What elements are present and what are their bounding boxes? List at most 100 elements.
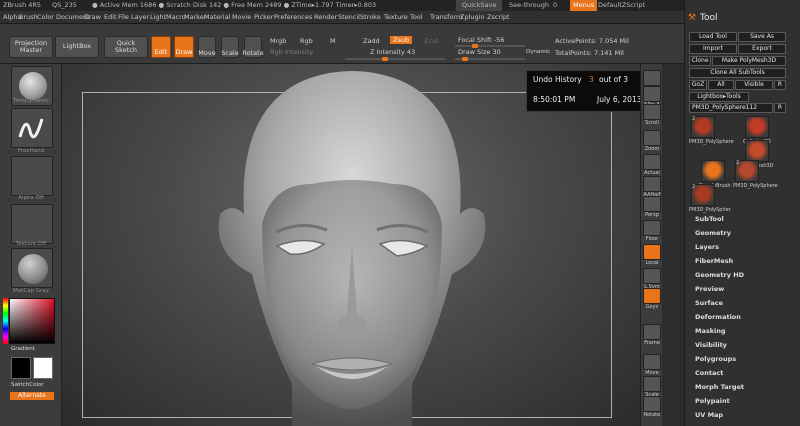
quicksave-button[interactable]: QuickSave: [456, 0, 503, 11]
menu-stencil[interactable]: Stencil: [338, 13, 360, 21]
menus-button[interactable]: Menus: [570, 0, 598, 11]
current-tool-slider[interactable]: PM3D_PolySphere112: [689, 103, 773, 113]
quick-sketch-button[interactable]: Quick Sketch: [104, 36, 148, 58]
import-button[interactable]: Import: [689, 44, 737, 54]
default-zscript-button[interactable]: DefaultZScript: [598, 0, 645, 11]
menu-color[interactable]: Color: [37, 13, 54, 21]
tool-thumbnail[interactable]: [745, 116, 769, 138]
shelf-floor-button[interactable]: [643, 220, 661, 236]
tool-menu-fibermesh[interactable]: FiberMesh: [695, 257, 733, 265]
tool-menu-polygroups[interactable]: Polygroups: [695, 355, 736, 363]
m-button[interactable]: M: [330, 37, 336, 45]
tool-menu-polypaint[interactable]: Polypaint: [695, 397, 730, 405]
shelf-l-sym-button[interactable]: [643, 268, 661, 284]
draw-button[interactable]: Draw: [174, 36, 194, 58]
shelf-zoom-button[interactable]: [643, 130, 661, 146]
menu-layer[interactable]: Layer: [131, 13, 149, 21]
menu-render[interactable]: Render: [314, 13, 337, 21]
current-tool-r-button[interactable]: R: [774, 103, 786, 113]
shelf-spix-3-button[interactable]: [643, 86, 661, 102]
lightbox-tools-button[interactable]: Lightbox▸Tools: [689, 92, 749, 102]
menu-material[interactable]: Material: [204, 13, 230, 21]
shelf-rotate-button[interactable]: [643, 396, 661, 412]
draw-size-knob[interactable]: [462, 57, 468, 61]
menu-stroke[interactable]: Stroke: [360, 13, 381, 21]
z-intensity-slider[interactable]: Z Intensity 43: [370, 48, 415, 56]
document-canvas[interactable]: [62, 64, 640, 426]
alpha-selector[interactable]: [11, 156, 53, 196]
tool-menu-visibility[interactable]: Visibility: [695, 341, 727, 349]
menu-edit[interactable]: Edit: [104, 13, 117, 21]
all-button[interactable]: All: [708, 80, 734, 90]
mrgb-button[interactable]: Mrgb: [270, 37, 286, 45]
zadd-button[interactable]: Zadd: [363, 37, 380, 45]
zsub-button[interactable]: Zsub: [390, 36, 413, 44]
tool-menu-geometry[interactable]: Geometry: [695, 229, 731, 237]
clone-all-subtools-button[interactable]: Clone All SubTools: [689, 68, 786, 78]
shelf-bpr-button[interactable]: [643, 70, 661, 86]
tool-menu-morph-target[interactable]: Morph Target: [695, 383, 744, 391]
stroke-selector[interactable]: [11, 108, 53, 148]
lightbox-button[interactable]: LightBox: [55, 36, 99, 58]
menu-file[interactable]: File: [118, 13, 129, 21]
draw-size-slider[interactable]: Draw Size 30: [458, 48, 501, 56]
tool-menu-subtool[interactable]: SubTool: [695, 215, 724, 223]
menu-draw[interactable]: Draw: [84, 13, 101, 21]
menu-zplugin[interactable]: Zplugin: [460, 13, 485, 21]
shelf-local-button[interactable]: [643, 244, 661, 260]
see-through-slider[interactable]: See-through: [509, 0, 549, 11]
tool-thumbnail[interactable]: [745, 140, 769, 162]
menu-light[interactable]: Light: [150, 13, 166, 21]
r-button[interactable]: R: [774, 80, 786, 90]
menu-preferences[interactable]: Preferences: [274, 13, 312, 21]
menu-transform[interactable]: Transform: [430, 13, 462, 21]
menu-texture[interactable]: Texture: [384, 13, 408, 21]
tool-menu-uv-map[interactable]: UV Map: [695, 411, 723, 419]
shelf-actual-button[interactable]: [643, 154, 661, 170]
menu-zscript[interactable]: Zscript: [487, 13, 510, 21]
tool-thumbnail[interactable]: [701, 160, 725, 182]
tool-menu-layers[interactable]: Layers: [695, 243, 719, 251]
scale-button[interactable]: Scale: [221, 36, 239, 58]
menu-movie[interactable]: Movie: [232, 13, 251, 21]
hue-strip[interactable]: [3, 298, 8, 344]
z-intensity-knob[interactable]: [382, 57, 388, 61]
move-button[interactable]: Move: [198, 36, 216, 58]
projection-master-button[interactable]: Projection Master: [9, 36, 53, 58]
focal-shift-slider[interactable]: Focal Shift -56: [458, 36, 504, 44]
shelf-scroll-button[interactable]: [643, 104, 661, 120]
rgb-intensity-slider[interactable]: Rgb Intensity: [270, 48, 313, 56]
tool-menu-surface[interactable]: Surface: [695, 299, 723, 307]
tool-menu-deformation[interactable]: Deformation: [695, 313, 741, 321]
color-picker[interactable]: [9, 298, 55, 344]
material-selector[interactable]: [11, 248, 53, 288]
load-tool-button[interactable]: Load Tool: [689, 32, 737, 42]
zcut-button[interactable]: Zcut: [424, 37, 439, 45]
make-polymesh3d-button[interactable]: Make PolyMesh3D: [712, 56, 786, 66]
rgb-button[interactable]: Rgb: [300, 37, 313, 45]
tool-menu-masking[interactable]: Masking: [695, 327, 726, 335]
menu-macro[interactable]: Macro: [166, 13, 186, 21]
tool-menu-preview[interactable]: Preview: [695, 285, 724, 293]
edit-button[interactable]: Edit: [151, 36, 171, 58]
menu-brush[interactable]: Brush: [19, 13, 38, 21]
dynamic-button[interactable]: Dynamic: [526, 49, 550, 55]
save-as-button[interactable]: Save As: [738, 32, 786, 42]
shelf-frame-button[interactable]: [643, 324, 661, 340]
tool-menu-geometry-hd[interactable]: Geometry HD: [695, 271, 744, 279]
export-button[interactable]: Export: [738, 44, 786, 54]
texture-selector[interactable]: [11, 204, 53, 244]
shelf-aahalf-button[interactable]: [643, 176, 661, 192]
shelf-scale-button[interactable]: [643, 376, 661, 392]
shelf-gxyz-button[interactable]: [643, 288, 661, 304]
visible-button[interactable]: Visible: [735, 80, 773, 90]
menu-picker[interactable]: Picker: [254, 13, 273, 21]
main-color-swatch[interactable]: [11, 357, 31, 379]
clone-button[interactable]: Clone: [689, 56, 711, 66]
rotate-button[interactable]: Rotate: [242, 36, 264, 58]
shelf-persp-button[interactable]: [643, 196, 661, 212]
secondary-color-swatch[interactable]: [33, 357, 53, 379]
tool-menu-contact[interactable]: Contact: [695, 369, 723, 377]
z-intensity-track[interactable]: [345, 58, 445, 60]
menu-tool[interactable]: Tool: [410, 13, 423, 21]
